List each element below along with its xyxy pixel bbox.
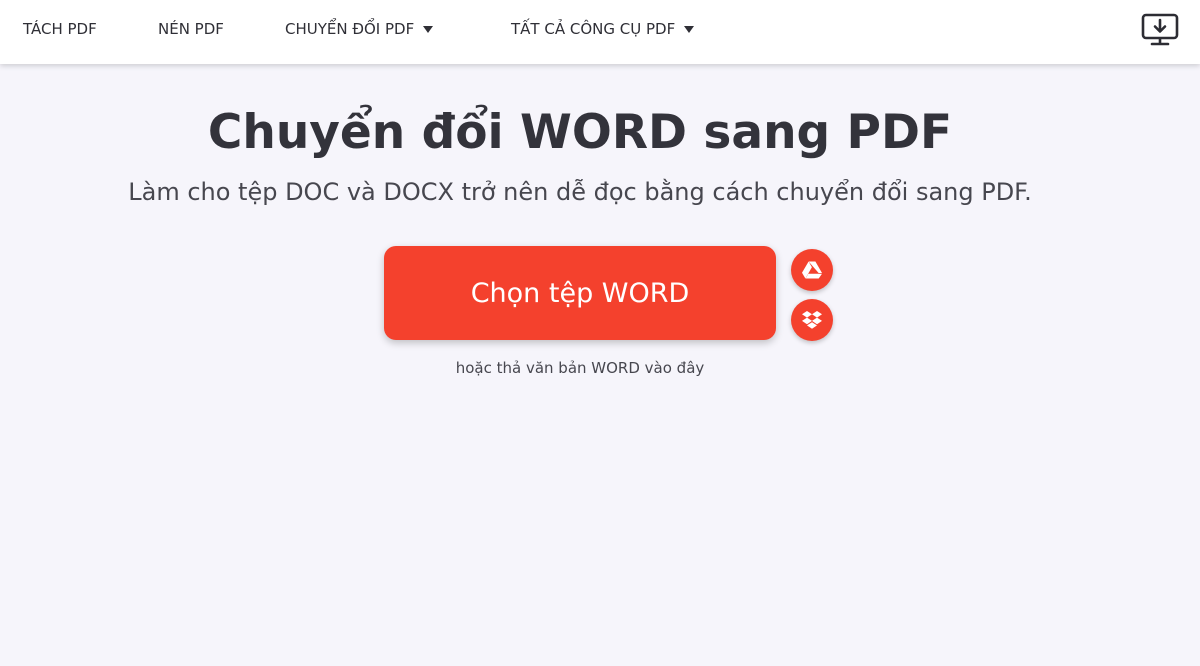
- nav-split-pdf-label: TÁCH PDF: [23, 20, 97, 38]
- google-drive-button[interactable]: [791, 249, 833, 291]
- nav-compress-pdf[interactable]: NÉN PDF: [158, 0, 224, 58]
- nav-convert-pdf-dropdown[interactable]: CHUYỂN ĐỔI PDF: [285, 0, 434, 58]
- drop-zone-hint: hoặc thả văn bản WORD vào đây: [455, 359, 705, 377]
- google-drive-icon: [802, 261, 822, 279]
- caret-down-icon: [684, 25, 695, 33]
- choose-word-file-label: Chọn tệp WORD: [470, 277, 690, 309]
- nav-all-tools-label: TẤT CẢ CÔNG CỤ PDF: [511, 20, 676, 38]
- nav-convert-pdf-label: CHUYỂN ĐỔI PDF: [285, 20, 415, 38]
- top-navigation-bar: TÁCH PDF NÉN PDF CHUYỂN ĐỔI PDF TẤT CẢ C…: [0, 0, 1200, 64]
- page-title: Chuyển đổi WORD sang PDF: [207, 105, 953, 160]
- dropbox-button[interactable]: [791, 299, 833, 341]
- caret-down-icon: [423, 25, 434, 33]
- page-subtitle: Làm cho tệp DOC và DOCX trở nên dễ đọc b…: [128, 178, 1032, 206]
- desktop-app-download-button[interactable]: [1140, 10, 1180, 50]
- nav-compress-pdf-label: NÉN PDF: [158, 20, 224, 38]
- desktop-download-icon: [1141, 13, 1179, 46]
- nav-split-pdf[interactable]: TÁCH PDF: [23, 0, 97, 58]
- nav-all-tools-dropdown[interactable]: TẤT CẢ CÔNG CỤ PDF: [511, 0, 695, 58]
- dropbox-icon: [802, 310, 822, 329]
- choose-word-file-button[interactable]: Chọn tệp WORD: [384, 246, 776, 340]
